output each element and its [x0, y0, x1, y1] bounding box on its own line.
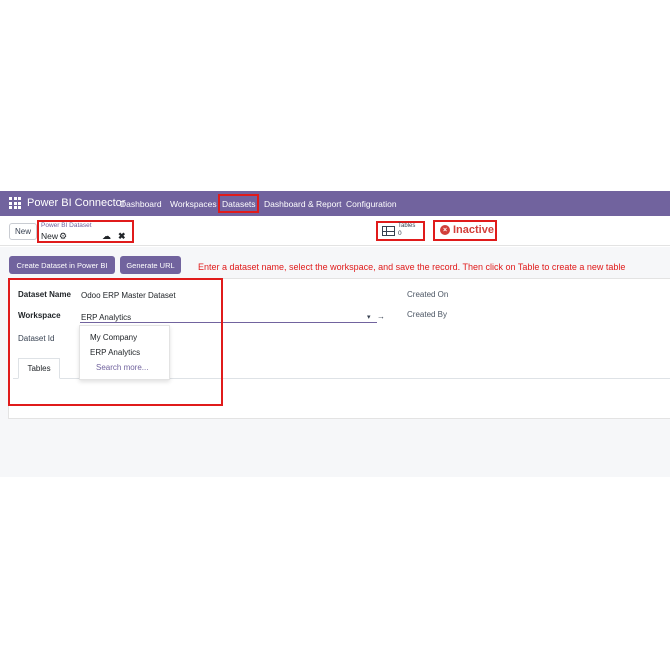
apps-menu-icon[interactable] — [9, 197, 21, 209]
nav-dashboard[interactable]: Dashboard — [120, 199, 162, 209]
breadcrumb-current: New — [41, 231, 59, 241]
form-highlight — [8, 278, 223, 406]
inactive-icon: × — [440, 225, 450, 235]
arrow-right-icon[interactable]: → — [377, 312, 385, 321]
nav-datasets-highlight — [218, 194, 259, 213]
app-brand[interactable]: Power BI Connector — [27, 197, 125, 209]
nav-workspaces[interactable]: Workspaces — [170, 199, 217, 209]
gear-icon[interactable]: ⚙ — [59, 231, 67, 242]
close-icon[interactable]: ✖ — [118, 231, 126, 242]
create-dataset-button[interactable]: Create Dataset in Power BI — [9, 256, 115, 274]
generate-url-button[interactable]: Generate URL — [120, 256, 181, 274]
status-badge[interactable]: Inactive — [453, 224, 494, 236]
created-on-label: Created On — [407, 290, 449, 299]
new-button[interactable]: New — [9, 223, 37, 240]
cloud-upload-icon[interactable]: ☁ — [102, 231, 111, 242]
nav-dashboard-report[interactable]: Dashboard & Report — [264, 199, 342, 209]
instruction-annotation: Enter a dataset name, select the workspa… — [198, 262, 626, 272]
created-by-label: Created By — [407, 310, 448, 319]
nav-configuration[interactable]: Configuration — [346, 199, 397, 209]
tables-smart-button-label[interactable]: Tables — [398, 223, 415, 229]
table-icon[interactable] — [382, 226, 395, 236]
breadcrumb-parent[interactable]: Power BI Dataset — [41, 222, 92, 229]
caret-down-icon[interactable]: ▾ — [367, 313, 371, 321]
tables-smart-button-count[interactable]: 0 — [398, 230, 402, 237]
